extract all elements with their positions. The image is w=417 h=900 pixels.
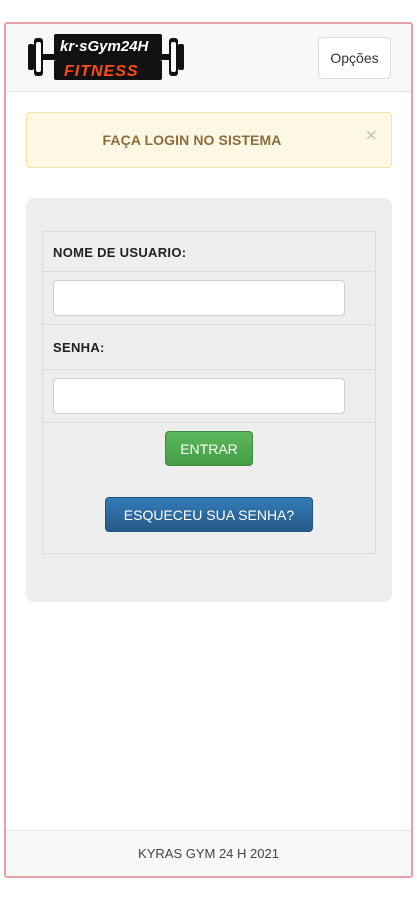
login-form: NOME DE USUARIO: SENHA: ENTRAR ESQUECEU … — [42, 231, 376, 554]
password-label-row: SENHA: — [43, 325, 375, 370]
login-alert: FAÇA LOGIN NO SISTEMA × — [26, 112, 392, 168]
navbar: kr·sGym24H FITNESS Opções — [6, 24, 411, 92]
logo-text-top: kr·sGym24H — [60, 38, 150, 55]
forgot-password-button[interactable]: ESQUECEU SUA SENHA? — [105, 497, 313, 532]
login-panel: NOME DE USUARIO: SENHA: ENTRAR ESQUECEU … — [26, 198, 392, 602]
app-frame: kr·sGym24H FITNESS Opções FAÇA LOGIN NO … — [4, 22, 413, 878]
username-label: NOME DE USUARIO: — [53, 245, 187, 260]
password-label: SENHA: — [53, 340, 105, 355]
logo-text-bottom: FITNESS — [64, 63, 139, 80]
username-input-row — [43, 272, 375, 325]
password-input[interactable] — [53, 378, 345, 414]
username-input[interactable] — [53, 280, 345, 316]
alert-message: FAÇA LOGIN NO SISTEMA — [102, 132, 282, 148]
options-button[interactable]: Opções — [318, 37, 391, 79]
close-icon[interactable]: × — [365, 126, 377, 146]
gym-logo: kr·sGym24H FITNESS — [28, 34, 184, 80]
username-label-row: NOME DE USUARIO: — [43, 232, 375, 272]
footer: KYRAS GYM 24 H 2021 — [6, 830, 411, 876]
password-input-row — [43, 370, 375, 423]
login-button[interactable]: ENTRAR — [165, 431, 253, 466]
